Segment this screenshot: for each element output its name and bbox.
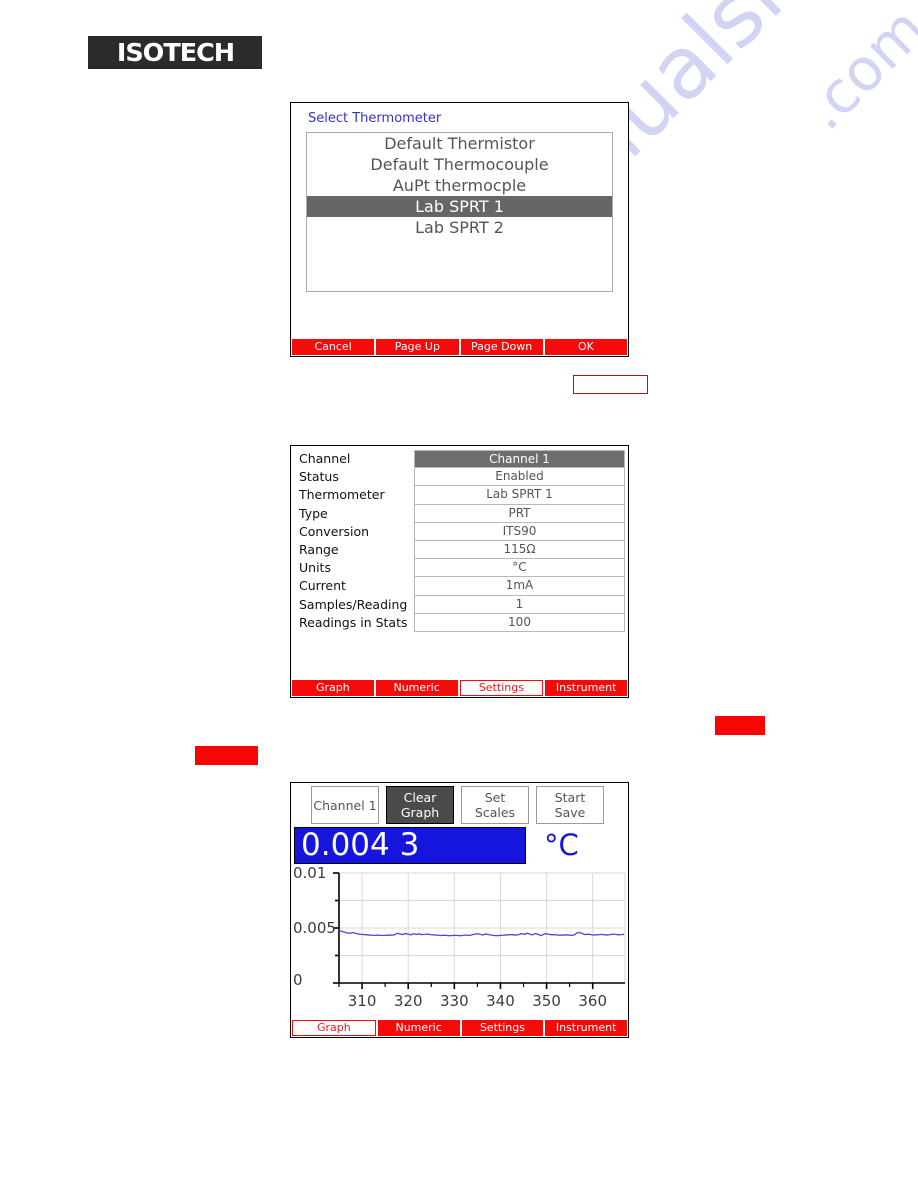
settings-row[interactable]: Readings in Stats 100 <box>296 613 625 632</box>
thermometer-list-item[interactable]: Default Thermistor <box>307 133 612 154</box>
settings-tab-settings[interactable]: Settings <box>459 680 544 696</box>
graph-toolbar-button-line2: Save <box>554 805 586 820</box>
dialog-button-cancel[interactable]: Cancel <box>292 339 375 355</box>
select-thermometer-title: Select Thermometer <box>308 111 442 126</box>
dialog-button-ok[interactable]: OK <box>544 339 627 355</box>
plot-x-axis-label: 340 <box>486 992 515 1010</box>
watermark-text-secondary: .com <box>790 0 918 144</box>
redaction-block-right <box>715 716 765 735</box>
redaction-outline-box <box>573 375 648 394</box>
settings-row[interactable]: Units °C <box>296 559 625 578</box>
graph-tab-numeric[interactable]: Numeric <box>377 1020 460 1036</box>
select-thermometer-button-row: Cancel Page Up Page Down OK <box>291 339 628 356</box>
settings-row-label: Conversion <box>299 523 370 539</box>
settings-row-label: Range <box>299 541 339 557</box>
plot-x-axis-label: 310 <box>348 992 377 1010</box>
settings-tab-bar: Graph Numeric Settings Instrument <box>291 680 628 697</box>
plot-x-axis-label: 320 <box>394 992 423 1010</box>
settings-row-label: Channel <box>299 451 351 466</box>
settings-row-label: Samples/Reading <box>299 596 408 612</box>
settings-row-value[interactable]: Channel 1 <box>414 450 625 469</box>
settings-row[interactable]: Samples/Reading 1 <box>296 595 625 614</box>
plot-x-axis-label: 330 <box>440 992 469 1010</box>
dialog-button-page-down[interactable]: Page Down <box>460 339 543 355</box>
redaction-block-left <box>195 746 258 765</box>
thermometer-list-item[interactable]: Default Thermocouple <box>307 154 612 175</box>
settings-row-label: Units <box>299 560 331 576</box>
graph-toolbar-button-line1: Clear <box>403 790 437 805</box>
settings-row-value[interactable]: PRT <box>414 504 625 523</box>
settings-row-value[interactable]: ITS90 <box>414 522 625 541</box>
settings-row-label: Type <box>299 505 328 521</box>
graph-toolbar-button[interactable]: Channel 1 <box>311 786 379 824</box>
thermometer-list-item[interactable]: Lab SPRT 1 <box>307 196 612 217</box>
settings-row-label: Thermometer <box>299 487 385 503</box>
reading-value: 0.004 3 <box>301 827 420 863</box>
plot-y-axis-label: 0.005 <box>293 919 336 937</box>
settings-tab-numeric[interactable]: Numeric <box>375 680 458 696</box>
reading-value-box: 0.004 3 <box>294 827 526 864</box>
graph-tab-instrument[interactable]: Instrument <box>545 1020 627 1036</box>
graph-toolbar-button-line1: Set <box>484 790 506 805</box>
trend-plot-svg: 0.01 0.005 0 310 320 330 340 350 360 <box>293 867 626 1010</box>
settings-row-label: Readings in Stats <box>299 614 408 630</box>
thermometer-list-item[interactable]: Lab SPRT 2 <box>307 217 612 238</box>
graph-toolbar-button[interactable]: Set Scales <box>461 786 529 824</box>
plot-x-axis-label: 350 <box>532 992 561 1010</box>
graph-toolbar-button-line2: Graph <box>400 805 440 820</box>
graph-toolbar-button[interactable]: Clear Graph <box>386 786 454 824</box>
channel-settings-table: Channel Channel 1 Status Enabled Thermometer… <box>296 450 625 632</box>
settings-row[interactable]: Thermometer Lab SPRT 1 <box>296 486 625 505</box>
thermometer-list[interactable]: Default Thermistor Default Thermocouple Au… <box>306 132 613 292</box>
settings-row[interactable]: Current 1mA <box>296 577 625 596</box>
settings-row[interactable]: Conversion ITS90 <box>296 522 625 541</box>
isotech-logo-text: ISOTECH <box>116 38 234 67</box>
graph-toolbar-button[interactable]: Start Save <box>536 786 604 824</box>
plot-y-axis-label: 0 <box>293 971 303 989</box>
graph-tab-bar: Graph Numeric Settings Instrument <box>291 1020 628 1037</box>
settings-row[interactable]: Type PRT <box>296 504 625 523</box>
trend-plot: 0.01 0.005 0 310 320 330 340 350 360 <box>291 867 630 1019</box>
settings-row-value[interactable]: 115Ω <box>414 540 625 560</box>
graph-toolbar-button-line1: Start <box>554 790 586 805</box>
settings-row-value[interactable]: 1mA <box>414 577 625 596</box>
settings-row-value[interactable]: 1 <box>414 595 625 614</box>
settings-row-value[interactable]: 100 <box>414 613 625 632</box>
settings-row[interactable]: Range 115Ω <box>296 540 625 560</box>
reading-row: 0.004 3 °C <box>294 827 627 864</box>
graph-toolbar: Channel 1 Clear Graph Set Scales Start Save <box>291 786 628 824</box>
select-thermometer-screen: Select Thermometer Default Thermistor Def… <box>290 102 629 357</box>
settings-row-value[interactable]: °C <box>414 559 625 578</box>
graph-tab-settings[interactable]: Settings <box>461 1020 544 1036</box>
thermometer-list-item[interactable]: AuPt thermocple <box>307 175 612 196</box>
plot-x-axis-label: 360 <box>578 992 607 1010</box>
graph-toolbar-button-line2: Scales <box>474 805 516 820</box>
reading-units: °C <box>544 828 579 862</box>
settings-row-value[interactable]: Enabled <box>414 468 625 487</box>
settings-row-label: Status <box>299 469 339 485</box>
settings-row[interactable]: Channel Channel 1 <box>296 450 625 469</box>
settings-row-label: Current <box>299 578 346 594</box>
settings-row[interactable]: Status Enabled <box>296 468 625 487</box>
settings-row-value[interactable]: Lab SPRT 1 <box>414 486 625 505</box>
graph-tab-graph[interactable]: Graph <box>292 1020 376 1036</box>
graph-screen: Channel 1 Clear Graph Set Scales Start Save 0.… <box>290 782 629 1038</box>
plot-y-axis-label: 0.01 <box>293 867 326 882</box>
channel-settings-screen: Channel Channel 1 Status Enabled Thermometer… <box>290 445 629 698</box>
dialog-button-page-up[interactable]: Page Up <box>376 339 459 355</box>
graph-toolbar-button-line1: Channel 1 <box>313 797 377 813</box>
isotech-logo: ISOTECH <box>88 36 262 69</box>
settings-tab-instrument[interactable]: Instrument <box>545 680 627 696</box>
settings-tab-graph[interactable]: Graph <box>292 680 374 696</box>
